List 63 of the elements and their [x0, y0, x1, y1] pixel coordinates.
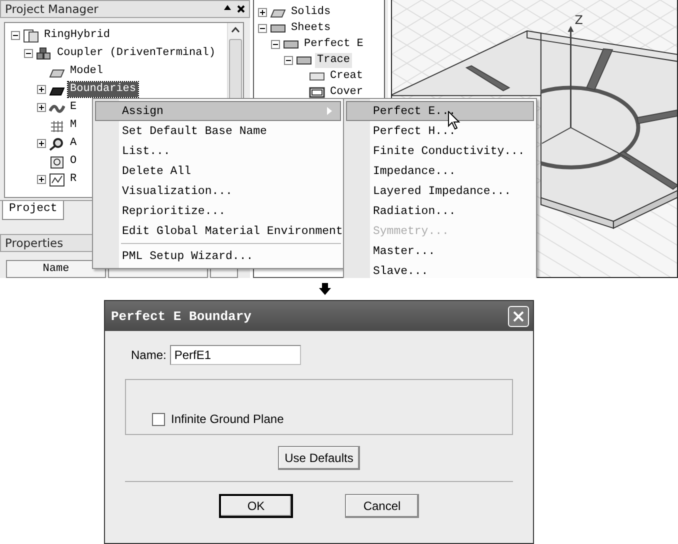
column-header[interactable]: Name	[6, 260, 106, 278]
menu-item[interactable]: Perfect H...	[346, 121, 534, 141]
magnifier-icon	[49, 136, 65, 151]
expand-icon[interactable]	[37, 103, 46, 112]
expand-icon[interactable]	[37, 175, 46, 184]
use-defaults-button[interactable]: Use Defaults	[278, 446, 360, 470]
frame-icon	[309, 85, 325, 99]
grid-icon	[49, 118, 65, 133]
panel-title: Project Manager	[5, 2, 98, 16]
expand-icon[interactable]	[37, 85, 46, 94]
name-field[interactable]: PerfE1	[170, 345, 302, 365]
tree-item[interactable]: Model	[68, 64, 106, 80]
collapse-icon[interactable]	[24, 49, 33, 58]
tree-item[interactable]: A	[68, 136, 79, 152]
collapse-icon[interactable]	[11, 31, 20, 40]
expand-icon[interactable]	[258, 8, 267, 16]
tree-item[interactable]: Coupler (DrivenTerminal)	[55, 46, 218, 62]
tree-item[interactable]: R	[68, 172, 79, 188]
tree-item[interactable]: M	[68, 118, 79, 134]
ok-button[interactable]: OK	[219, 494, 293, 518]
arrow-down-icon	[319, 283, 331, 295]
tree-item[interactable]: Trace	[315, 52, 352, 68]
tree-item[interactable]: Creat	[328, 68, 366, 84]
tree-item[interactable]: RingHybrid	[42, 28, 112, 44]
checkbox[interactable]: Infinite Ground Plane	[152, 412, 284, 426]
field-label: Name:	[131, 348, 166, 362]
tree-item[interactable]: Sheets	[289, 20, 333, 36]
close-icon[interactable]	[237, 4, 245, 13]
expand-icon[interactable]	[37, 139, 46, 148]
close-icon	[512, 310, 525, 322]
menu-item[interactable]: Impedance...	[346, 161, 534, 181]
scroll-up-icon[interactable]	[231, 26, 240, 33]
menu-item[interactable]: Visualization...	[95, 181, 341, 201]
menu-item[interactable]: Assign	[95, 101, 341, 121]
menu-item[interactable]: Slave...	[346, 261, 534, 278]
tree-item[interactable]: Cover	[328, 84, 366, 100]
panel-title: Properties	[5, 236, 64, 250]
menu-item[interactable]: List...	[95, 141, 341, 161]
dialog-title: Perfect E Boundary	[111, 308, 252, 324]
menu-item[interactable]: Radiation...	[346, 201, 534, 221]
tree-item[interactable]: E	[68, 100, 79, 116]
menu-item[interactable]: Delete All	[95, 161, 341, 181]
menu-item[interactable]: Layered Impedance...	[346, 181, 534, 201]
tree-item[interactable]: Boundaries	[68, 82, 138, 98]
tree-item[interactable]: Solids	[289, 4, 333, 20]
menu-item[interactable]: Master...	[346, 241, 534, 261]
menu-item[interactable]: Set Default Base Name	[95, 121, 341, 141]
close-button[interactable]	[508, 306, 529, 326]
cancel-button[interactable]: Cancel	[345, 494, 419, 518]
document-icon	[23, 28, 39, 43]
collapse-icon[interactable]	[258, 24, 267, 32]
menu-item[interactable]: Finite Conductivity...	[346, 141, 534, 161]
collapse-icon[interactable]	[284, 56, 293, 64]
collapse-icon[interactable]	[271, 40, 280, 48]
menu-item[interactable]: Reprioritize...	[95, 201, 341, 221]
axis-label: Z	[574, 12, 583, 27]
tree-item[interactable]: O	[68, 154, 79, 170]
chart-icon	[49, 172, 65, 187]
tree-item[interactable]: Perfect E	[302, 36, 366, 52]
menu-item[interactable]: Edit Global Material Environment	[95, 221, 341, 241]
cubes-icon	[36, 46, 52, 61]
project-tab[interactable]: Project	[2, 201, 64, 220]
submenu-arrow-icon	[327, 107, 332, 115]
